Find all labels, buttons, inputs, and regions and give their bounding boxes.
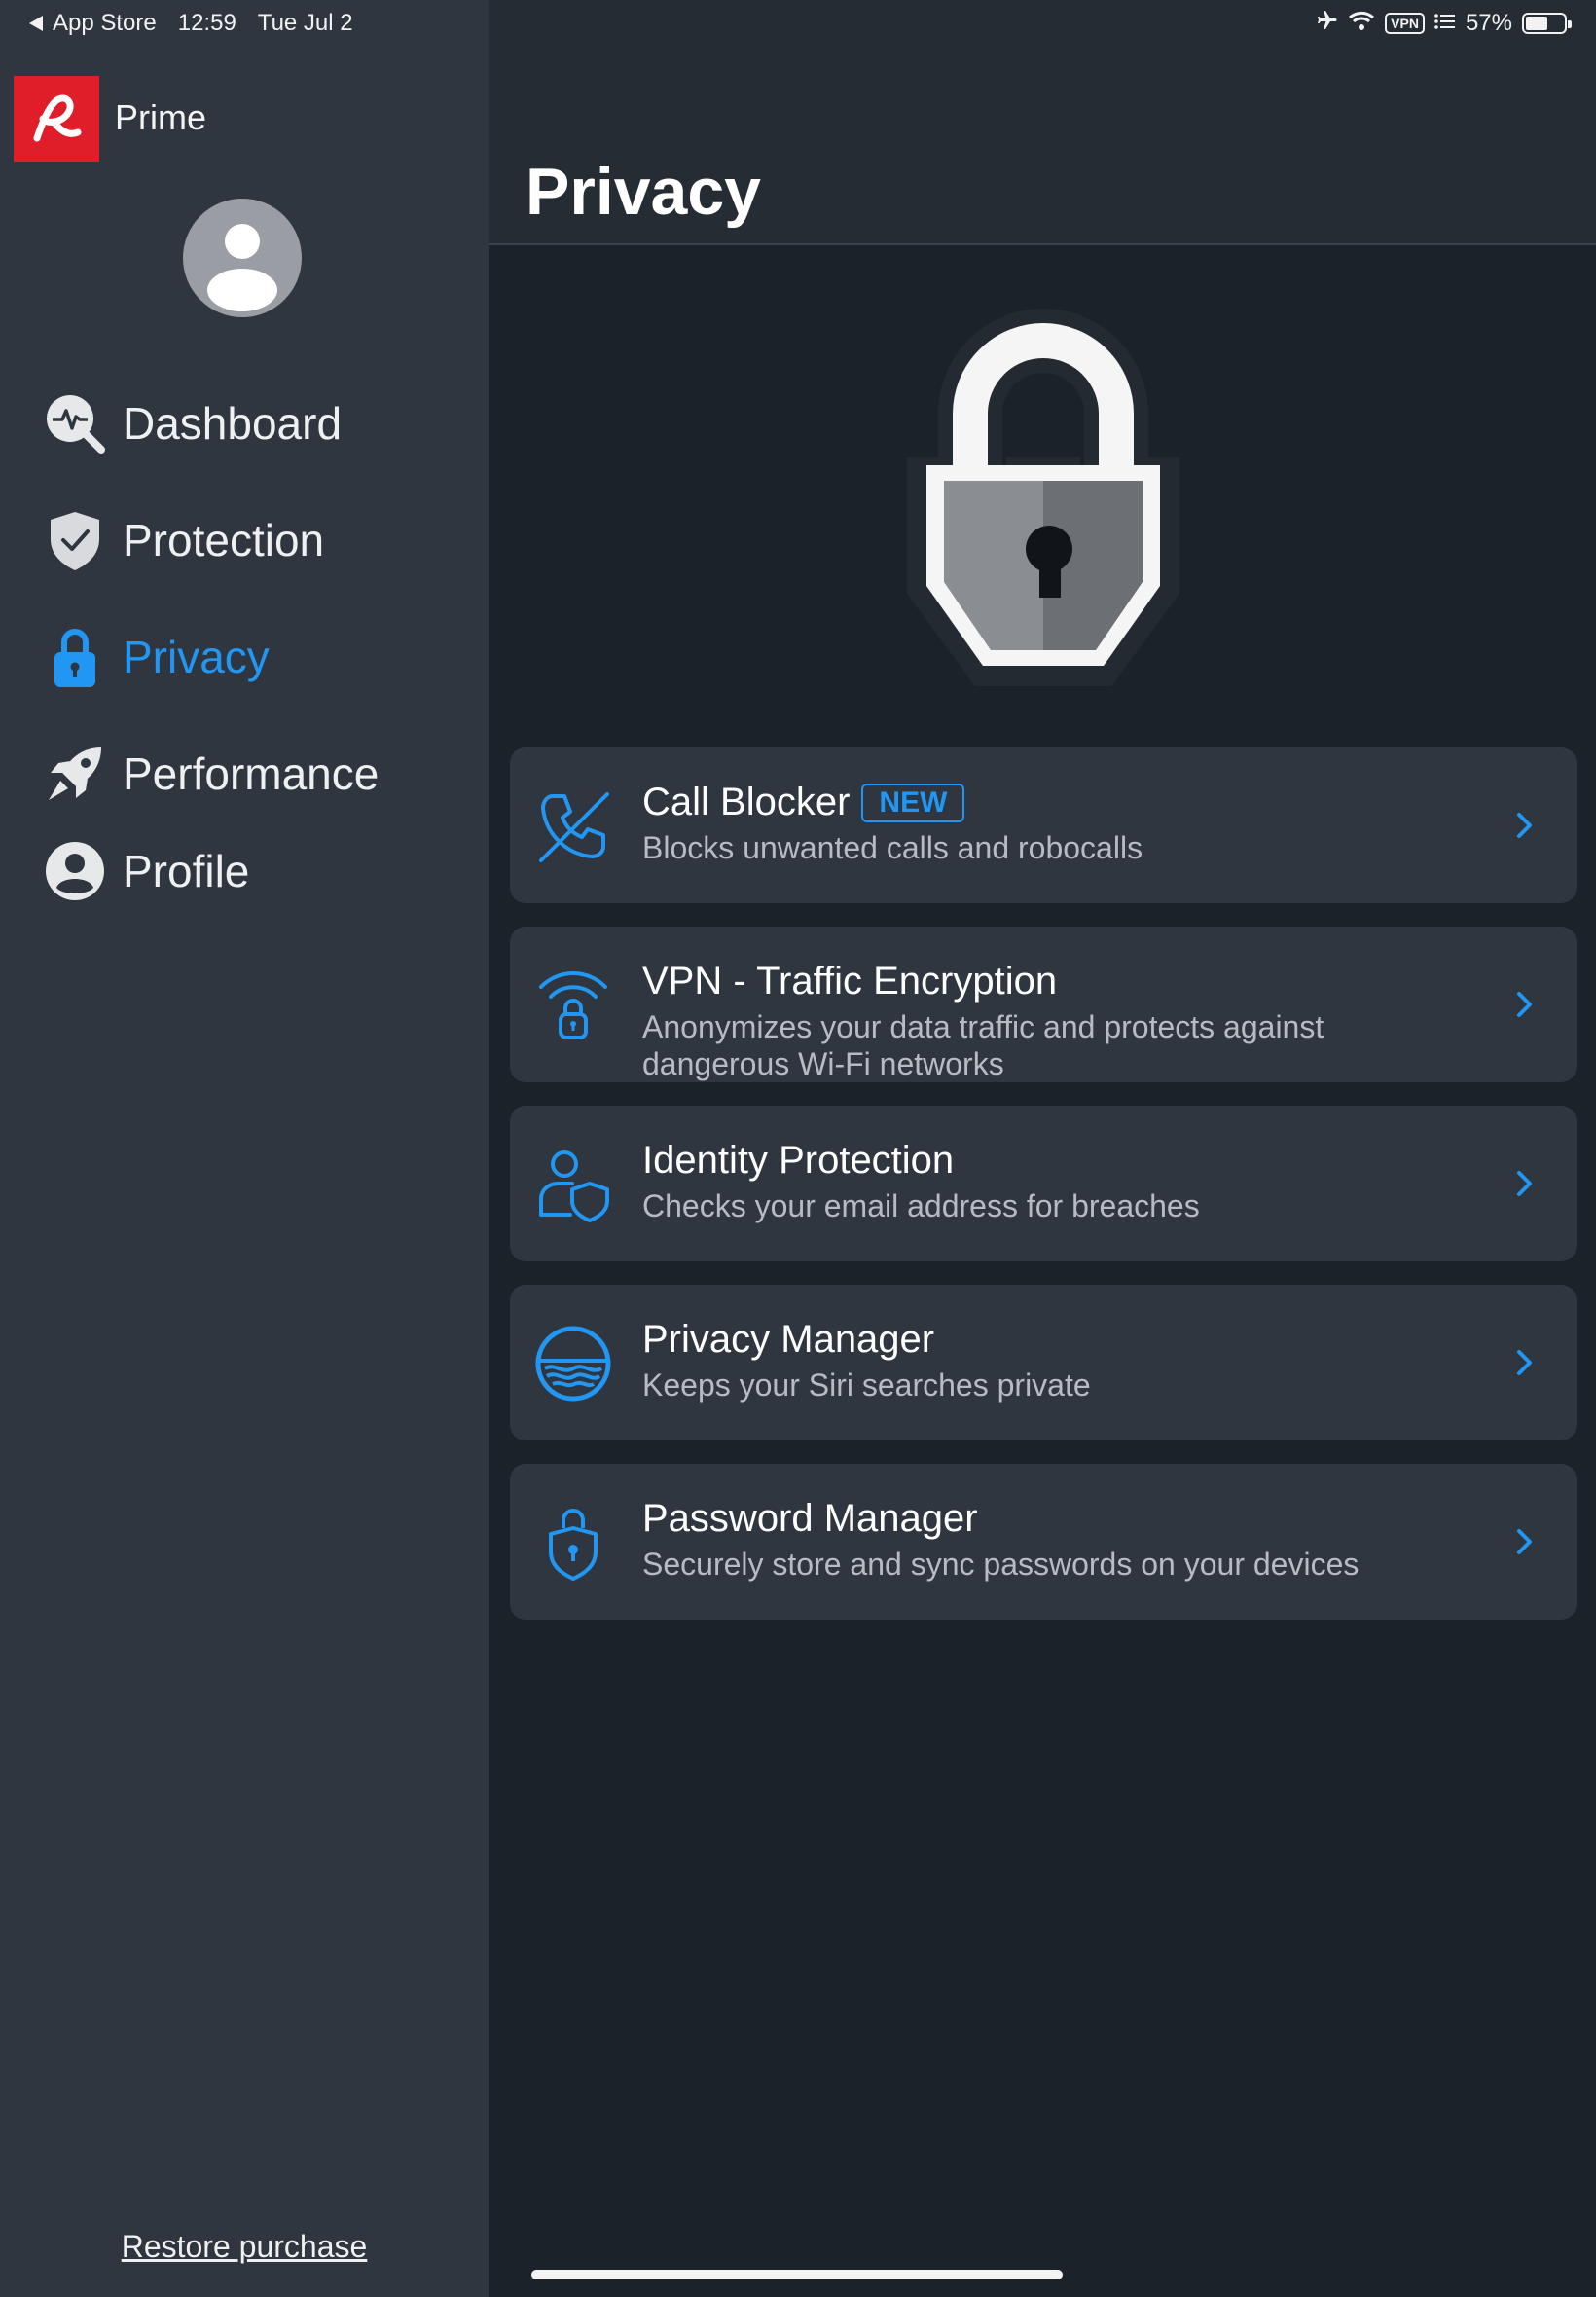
card-title: Privacy Manager	[642, 1318, 934, 1362]
privacy-manager-title: Privacy Manager	[642, 1318, 935, 1361]
password-manager-title: Password Manager	[642, 1497, 978, 1540]
chevron-right-icon	[1506, 1166, 1542, 1201]
card-title: Call Blocker NEW	[642, 781, 965, 824]
avatar[interactable]	[183, 199, 302, 317]
call-blocker-title: Call Blocker	[642, 781, 851, 823]
card-description: Checks your email address for breaches	[642, 1188, 1200, 1223]
airplane-icon	[1315, 9, 1338, 39]
sidebar-item-profile[interactable]: Profile	[0, 827, 489, 915]
status-bar-left: App Store 12:59 Tue Jul 2	[29, 8, 353, 39]
chevron-right-icon	[1506, 1345, 1542, 1380]
back-arrow-icon[interactable]	[29, 16, 43, 31]
phone-blocked-icon	[533, 786, 613, 866]
privacy-manager-card[interactable]: Privacy Manager Keeps your Siri searches…	[510, 1285, 1577, 1440]
vpn-title: VPN - Traffic Encryption	[642, 960, 1058, 1003]
sidebar-item-label: Dashboard	[123, 398, 343, 449]
lock-icon	[41, 623, 109, 691]
card-description: Keeps your Siri searches private	[642, 1367, 1091, 1403]
card-title: Password Manager	[642, 1497, 978, 1541]
main-header: VPN 57% Privacy	[489, 0, 1596, 245]
chevron-right-icon	[1506, 987, 1542, 1022]
page-title: Privacy	[526, 155, 761, 229]
card-description: Blocks unwanted calls and robocalls	[642, 830, 1143, 865]
sidebar-item-performance[interactable]: Performance	[0, 730, 489, 818]
avira-logo-icon	[14, 76, 99, 162]
card-title: Identity Protection	[642, 1139, 954, 1183]
sidebar-item-privacy[interactable]: Privacy	[0, 613, 489, 701]
keyhole-shield-icon	[533, 1503, 613, 1583]
identity-protection-card[interactable]: Identity Protection Checks your email ad…	[510, 1106, 1577, 1261]
rocket-icon	[41, 740, 109, 808]
vpn-card[interactable]: VPN - Traffic Encryption Anonymizes your…	[510, 927, 1577, 1082]
shield-check-icon	[41, 506, 109, 574]
sidebar-item-label: Performance	[123, 748, 380, 799]
home-indicator[interactable]	[531, 2270, 1063, 2279]
vpn-status-badge: VPN	[1385, 13, 1425, 34]
sidebar-item-label: Protection	[123, 515, 325, 565]
brand-name: Prime	[115, 97, 207, 137]
dashboard-pulse-icon	[41, 389, 109, 457]
card-description: Anonymizes your data traffic and protect…	[642, 1009, 1324, 1081]
sidebar-item-label: Profile	[123, 846, 250, 896]
person-shield-icon	[533, 1145, 613, 1224]
status-date: Tue Jul 2	[257, 10, 353, 36]
back-app-label[interactable]: App Store	[53, 10, 157, 37]
battery-icon	[1522, 13, 1572, 34]
sidebar-item-dashboard[interactable]: Dashboard	[0, 380, 489, 467]
sidebar-item-protection[interactable]: Protection	[0, 496, 489, 584]
card-title: VPN - Traffic Encryption	[642, 960, 1057, 1003]
siri-globe-icon	[533, 1324, 613, 1404]
chevron-right-icon	[1506, 808, 1542, 843]
status-time: 12:59	[177, 10, 236, 36]
sidebar-item-label: Privacy	[123, 632, 270, 682]
password-manager-card[interactable]: Password Manager Securely store and sync…	[510, 1464, 1577, 1620]
person-circle-icon	[41, 837, 109, 905]
list-icon	[1434, 10, 1456, 37]
wifi-lock-icon	[533, 966, 613, 1045]
wifi-icon	[1348, 10, 1375, 38]
call-blocker-card[interactable]: Call Blocker NEW Blocks unwanted calls a…	[510, 747, 1577, 903]
padlock-icon	[888, 302, 1199, 701]
chevron-right-icon	[1506, 1524, 1542, 1559]
sidebar: App Store 12:59 Tue Jul 2 Prime Dashboar…	[0, 0, 489, 2297]
status-bar-right: VPN 57%	[1315, 8, 1572, 39]
identity-protection-title: Identity Protection	[642, 1139, 955, 1182]
new-badge: NEW	[861, 783, 965, 822]
restore-purchase-link[interactable]: Restore purchase	[0, 2229, 489, 2265]
main-content: VPN 57% Privacy Call Blocker NEW Blocks …	[489, 0, 1596, 2297]
card-description: Securely store and sync passwords on you…	[642, 1547, 1360, 1582]
battery-percent: 57%	[1465, 10, 1512, 36]
